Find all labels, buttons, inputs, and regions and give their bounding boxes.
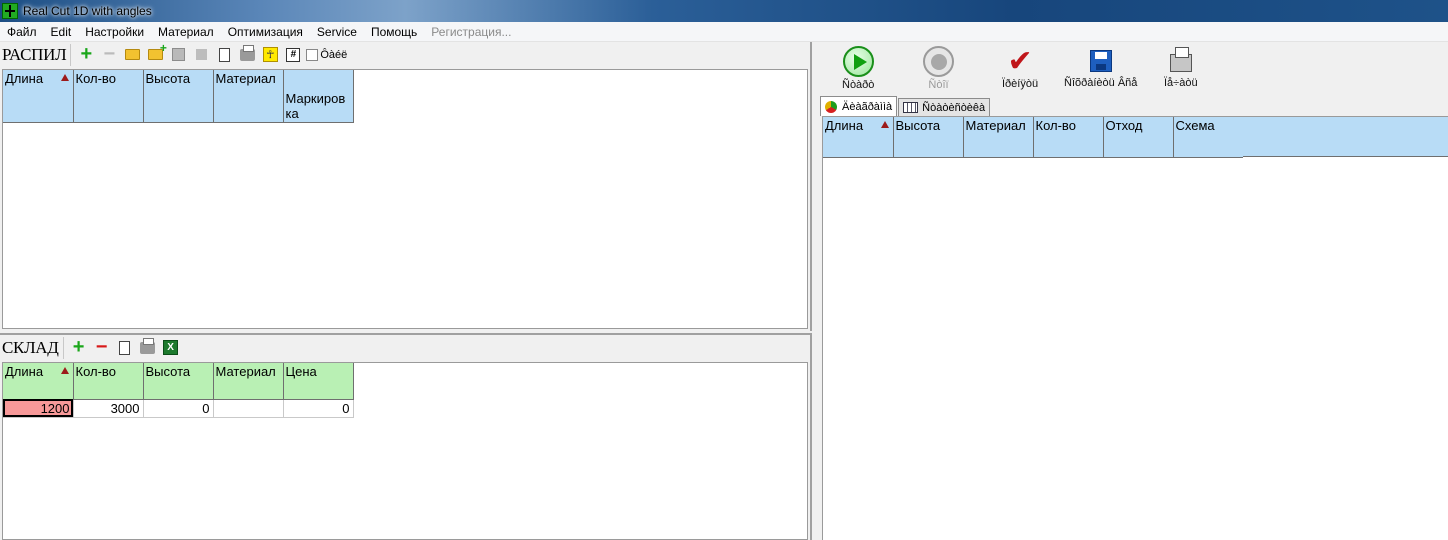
add-row-icon[interactable]: + (76, 43, 96, 65)
col-header-height[interactable]: Высота (143, 70, 214, 123)
excel-icon[interactable]: X (161, 338, 181, 358)
number-grid-icon[interactable]: # (283, 45, 303, 65)
printer-icon[interactable] (237, 44, 257, 65)
col-header-length[interactable]: Длина (3, 70, 74, 123)
title-bar[interactable]: Real Cut 1D with angles (0, 0, 1448, 22)
file-checkbox-label: Ôàéë (320, 48, 348, 61)
col-header-height[interactable]: Высота (143, 363, 214, 400)
col-header-qty[interactable]: Кол-во (73, 363, 144, 400)
tab-diagram[interactable]: Äèàãðàììà (820, 96, 898, 116)
add-stock-icon[interactable]: + (69, 336, 89, 358)
sklad-grid[interactable]: Длина Кол-во Высота Материал Цена 1200 3… (2, 362, 808, 540)
col-header-scheme[interactable]: Схема (1173, 117, 1243, 158)
floppy-icon (1089, 50, 1112, 72)
cell-price[interactable]: 0 (283, 399, 354, 418)
cell-height[interactable]: 0 (143, 399, 214, 418)
menu-bar: Файл Edit Настройки Материал Оптимизация… (0, 22, 1448, 42)
printer-icon[interactable] (138, 337, 158, 358)
app-window: Real Cut 1D with angles Файл Edit Настро… (0, 0, 1448, 540)
menu-settings[interactable]: Настройки (78, 22, 151, 42)
save-all-button[interactable]: Ñîõðàíèòü Âñå (1064, 47, 1137, 89)
run-figure-icon[interactable]: ☥ (260, 45, 280, 65)
cell-qty[interactable]: 3000 (73, 399, 144, 418)
tab-statistics[interactable]: Ñòàòèñòèêà (898, 98, 991, 116)
col-header-material[interactable]: Материал (963, 117, 1034, 158)
table-row[interactable]: 1200 3000 0 0 (3, 399, 354, 418)
sort-asc-icon (880, 121, 889, 128)
menu-service[interactable]: Service (310, 22, 364, 42)
tab-statistics-label: Ñòàòèñòèêà (922, 101, 986, 114)
col-header-waste[interactable]: Отход (1103, 117, 1174, 158)
sklad-toolbar: СКЛАД + − X (0, 335, 810, 360)
raspil-toolbar: РАСПИЛ + − ☥ # Ôàéë (0, 41, 810, 67)
stop-label: Ñòîï (928, 79, 949, 91)
col-header-qty[interactable]: Кол-во (73, 70, 144, 123)
menu-help[interactable]: Помощь (364, 22, 424, 42)
col-header-material[interactable]: Материал (213, 363, 284, 400)
file-checkbox[interactable]: Ôàéë (306, 48, 348, 61)
col-header-marking[interactable]: Маркировка (283, 70, 354, 123)
sklad-pane: СКЛАД + − X Длина Кол-во Высота Материал… (0, 333, 812, 540)
sklad-table: Длина Кол-во Высота Материал Цена 1200 3… (3, 363, 354, 418)
menu-file[interactable]: Файл (0, 22, 44, 42)
col-header-qty[interactable]: Кол-во (1033, 117, 1104, 158)
stop-button[interactable]: Ñòîï (923, 46, 954, 91)
sklad-label: СКЛАД (2, 336, 64, 359)
app-icon (2, 3, 18, 19)
window-title: Real Cut 1D with angles (23, 4, 152, 18)
accept-label: Ïðèíÿòü (1002, 78, 1039, 90)
results-table: Длина Высота Материал Кол-во Отход Схема (823, 117, 1243, 158)
start-label: Ñòàðò (842, 79, 875, 91)
tab-diagram-label: Äèàãðàììà (842, 100, 893, 113)
sort-asc-icon (60, 367, 69, 374)
new-page-icon[interactable] (115, 338, 135, 358)
col-header-length[interactable]: Длина (823, 117, 894, 158)
menu-optimization[interactable]: Оптимизация (221, 22, 310, 42)
raspil-table: Длина Кол-во Высота Материал Маркировка (3, 70, 354, 123)
menu-edit[interactable]: Edit (44, 22, 79, 42)
results-pane: Ñòàðò Ñòîï ✔ Ïðèíÿòü Ñîõðàíèòü Âñå Ïå÷àò… (816, 42, 1448, 540)
col-header-height[interactable]: Высота (893, 117, 964, 158)
printer-icon (1169, 47, 1192, 72)
col-header-material[interactable]: Материал (213, 70, 284, 123)
open-folder-icon[interactable] (122, 45, 142, 65)
sort-asc-icon (60, 74, 69, 81)
raspil-pane: РАСПИЛ + − ☥ # Ôàéë Длина Кол-во Высот (0, 41, 812, 331)
new-page-icon[interactable] (214, 45, 234, 65)
folder-add-icon[interactable] (145, 41, 167, 65)
start-button[interactable]: Ñòàðò (842, 46, 874, 91)
raspil-grid[interactable]: Длина Кол-во Высота Материал Маркировка (2, 69, 808, 329)
checkbox-box[interactable] (306, 48, 319, 61)
col-header-price[interactable]: Цена (283, 363, 354, 400)
accept-button[interactable]: ✔ Ïðèíÿòü (1002, 45, 1039, 91)
main-toolbar: Ñòàðò Ñòîï ✔ Ïðèíÿòü Ñîõðàíèòü Âñå Ïå÷àò… (816, 42, 1448, 98)
cell-length[interactable]: 1200 (3, 399, 74, 418)
remove-stock-icon[interactable]: − (92, 336, 112, 358)
results-grid[interactable]: Длина Высота Материал Кол-во Отход Схема (822, 116, 1448, 540)
pie-chart-icon (825, 100, 837, 113)
col-header-length[interactable]: Длина (3, 363, 74, 400)
print-button[interactable]: Ïå÷àòü (1164, 47, 1198, 89)
menu-material[interactable]: Материал (151, 22, 221, 42)
raspil-label: РАСПИЛ (2, 43, 72, 66)
print-label: Ïå÷àòü (1164, 77, 1198, 89)
menu-registration[interactable]: Регистрация... (424, 22, 518, 42)
record-icon (923, 46, 954, 77)
save-disk-icon[interactable] (168, 45, 188, 65)
results-tabs: Äèàãðàììà Ñòàòèñòèêà (820, 96, 991, 116)
save-all-label: Ñîõðàíèòü Âñå (1064, 77, 1138, 89)
play-icon (842, 46, 874, 77)
cell-material[interactable] (213, 399, 284, 418)
remove-row-icon[interactable]: − (99, 43, 119, 65)
table-icon (903, 102, 919, 113)
checkmark-icon: ✔ (1007, 45, 1033, 78)
stop-square-icon[interactable] (191, 45, 211, 65)
